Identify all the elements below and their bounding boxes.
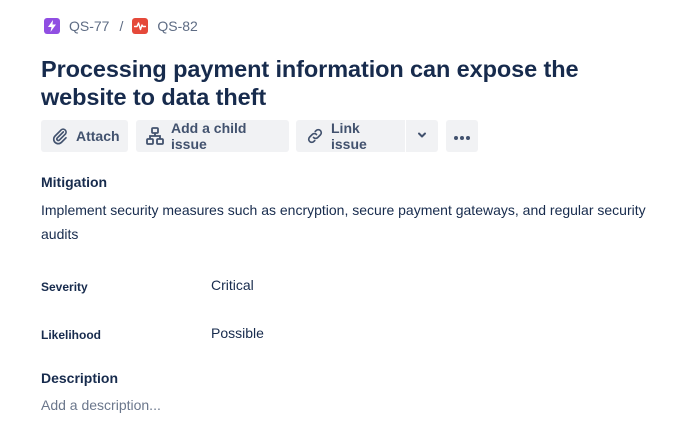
link-issue-dropdown-button[interactable] [406, 120, 438, 152]
breadcrumb-current-issue[interactable]: QS-82 [132, 18, 198, 34]
chevron-down-icon [416, 128, 428, 144]
likelihood-label: Likelihood [41, 328, 101, 342]
severity-label: Severity [41, 280, 88, 294]
issue-title[interactable]: Processing payment information can expos… [41, 55, 661, 111]
attach-button[interactable]: Attach [41, 120, 128, 152]
issue-toolbar: Attach Add a child issue Link issue [41, 120, 478, 152]
description-heading: Description [41, 370, 119, 386]
hierarchy-icon [146, 127, 164, 145]
attach-button-label: Attach [76, 128, 120, 144]
mitigation-text[interactable]: Implement security measures such as encr… [41, 198, 651, 246]
severity-value[interactable]: Critical [211, 277, 254, 293]
more-icon [453, 128, 471, 144]
breadcrumb-separator: / [119, 18, 124, 34]
more-actions-button[interactable] [446, 120, 478, 152]
link-icon [306, 127, 324, 145]
pulse-icon [132, 18, 149, 34]
lightning-icon [44, 18, 60, 34]
description-input[interactable]: Add a description... [41, 397, 161, 413]
mitigation-heading: Mitigation [41, 174, 108, 190]
breadcrumb: QS-77 / QS-82 [44, 17, 198, 35]
paperclip-icon [51, 127, 69, 145]
link-issue-button[interactable]: Link issue [296, 120, 405, 152]
breadcrumb-parent-key[interactable]: QS-77 [69, 18, 109, 34]
add-child-issue-label: Add a child issue [171, 120, 247, 152]
add-child-issue-button[interactable]: Add a child issue [136, 120, 289, 152]
link-issue-label: Link issue [331, 120, 367, 152]
likelihood-value[interactable]: Possible [211, 325, 264, 341]
breadcrumb-parent-issue[interactable]: QS-77 [44, 18, 109, 34]
breadcrumb-current-key[interactable]: QS-82 [157, 18, 197, 34]
